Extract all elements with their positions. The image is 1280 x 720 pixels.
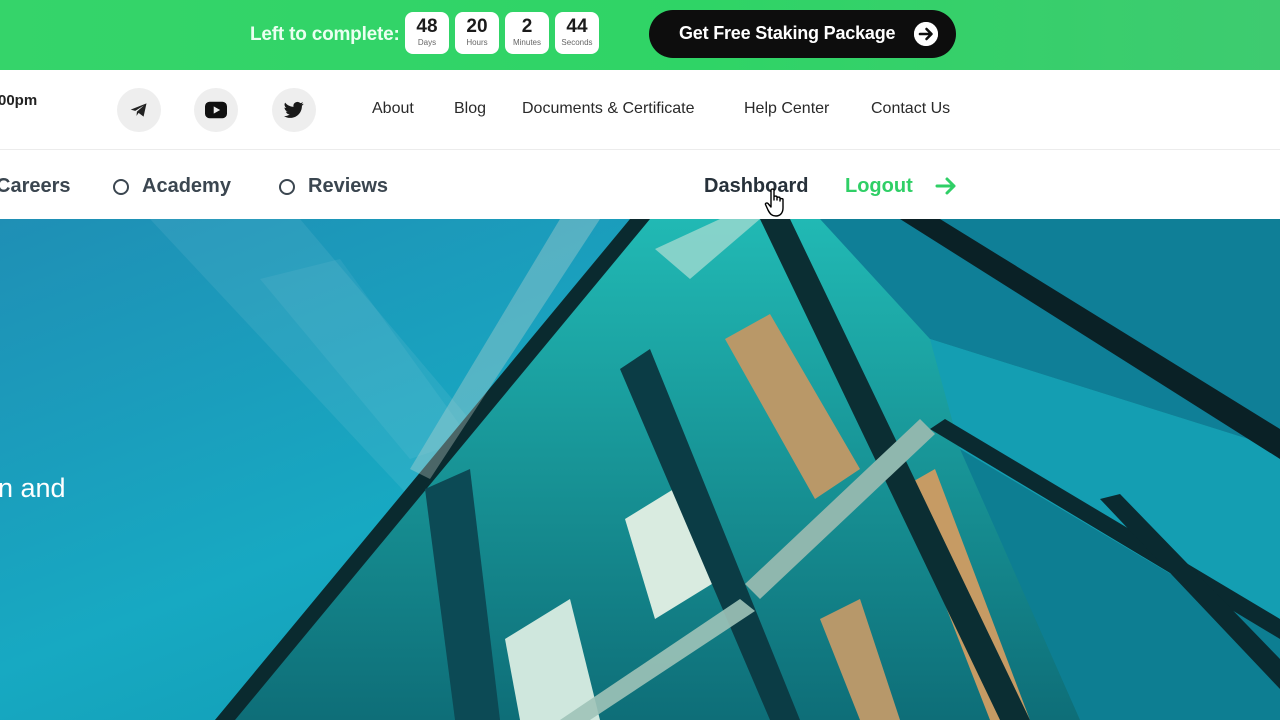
- countdown-hours: 20 Hours: [455, 12, 499, 54]
- logout-link[interactable]: Logout: [845, 175, 913, 198]
- main-nav: Careers Academy Reviews Dashboard Logout: [0, 151, 1280, 219]
- twitter-link[interactable]: [272, 88, 316, 132]
- countdown-unit: Days: [417, 38, 437, 47]
- countdown-value: 48: [416, 16, 438, 37]
- countdown-unit: Seconds: [561, 38, 593, 47]
- nav-link-blog[interactable]: Blog: [454, 100, 486, 118]
- nav-item-careers[interactable]: Careers: [0, 175, 71, 198]
- dashboard-link[interactable]: Dashboard: [704, 175, 808, 198]
- hours-text: 00pm: [0, 92, 38, 109]
- get-staking-package-button[interactable]: Get Free Staking Package: [649, 10, 956, 58]
- youtube-icon: [205, 101, 227, 119]
- telegram-link[interactable]: [117, 88, 161, 132]
- countdown-minutes: 2 Minutes: [505, 12, 549, 54]
- twitter-icon: [284, 101, 304, 118]
- promo-bar: Left to complete: 48 Days 20 Hours 2 Min…: [0, 0, 1280, 70]
- countdown-unit: Hours: [466, 38, 488, 47]
- cta-label: Get Free Staking Package: [679, 23, 896, 43]
- hand-cursor-icon: [764, 188, 784, 217]
- youtube-link[interactable]: [194, 88, 238, 132]
- countdown-unit: Minutes: [512, 38, 541, 47]
- nav-link-documents[interactable]: Documents & Certificate: [522, 100, 695, 118]
- countdown-value: 44: [566, 16, 588, 37]
- countdown-value: 20: [466, 16, 488, 37]
- academy-radio-icon: [113, 179, 129, 195]
- countdown-seconds: 44 Seconds: [555, 12, 599, 54]
- nav-link-about[interactable]: About: [372, 100, 414, 118]
- hero-banner: n and: [0, 219, 1280, 720]
- nav-item-reviews[interactable]: Reviews: [308, 175, 388, 198]
- nav-item-academy[interactable]: Academy: [142, 175, 231, 198]
- countdown-label: Left to complete:: [250, 24, 400, 45]
- utility-nav: 00pm About Blog Documents & Certificate …: [0, 70, 1280, 150]
- hero-heading-fragment: n and: [0, 473, 66, 503]
- countdown-value: 2: [521, 16, 533, 37]
- nav-link-help-center[interactable]: Help Center: [744, 100, 829, 118]
- reviews-radio-icon: [279, 179, 295, 195]
- arrow-right-icon[interactable]: [934, 174, 958, 198]
- nav-link-contact-us[interactable]: Contact Us: [871, 100, 950, 118]
- countdown-days: 48 Days: [405, 12, 449, 54]
- hero-building-image: [0, 219, 1280, 720]
- telegram-icon: [130, 103, 147, 117]
- arrow-circle-right-icon: [914, 22, 938, 46]
